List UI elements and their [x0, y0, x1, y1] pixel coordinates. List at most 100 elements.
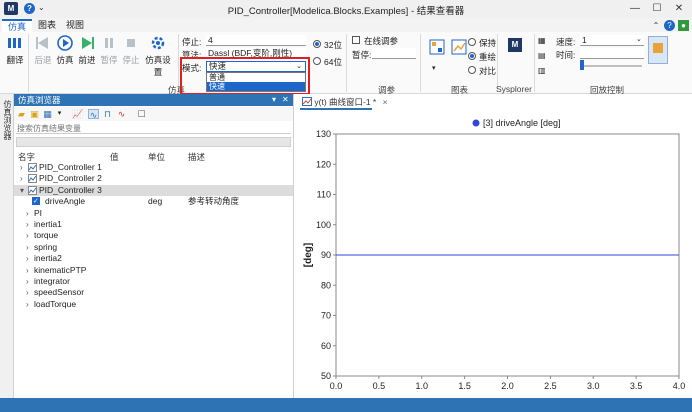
radio-64bit[interactable] — [313, 57, 321, 65]
time-field[interactable] — [580, 48, 644, 59]
radio-hold[interactable] — [468, 38, 476, 46]
panel-menu-icon[interactable]: ▾ — [272, 94, 276, 106]
sysplorer-button[interactable]: M — [502, 38, 528, 52]
stop-button[interactable]: 停止 — [118, 34, 144, 66]
chevron-right-icon[interactable]: › — [26, 230, 29, 241]
playback-grid-icon[interactable]: ▤ — [538, 51, 546, 60]
radio-hold-label: 保持 — [479, 38, 497, 48]
minimize-button[interactable]: — — [624, 2, 646, 16]
curve-icon[interactable]: ∿ — [116, 109, 127, 119]
side-panel-tab[interactable]: 仿真浏览器 — [2, 100, 13, 140]
simulation-settings-label: 仿真设置 — [145, 55, 171, 77]
variable-checkbox[interactable] — [32, 196, 40, 207]
tree-row[interactable]: › torque — [14, 230, 293, 241]
radio-overlay[interactable] — [468, 52, 476, 60]
x-tick-label: 0.0 — [330, 381, 343, 391]
chevron-right-icon[interactable]: › — [20, 173, 23, 184]
chevron-right-icon[interactable]: › — [26, 276, 29, 287]
chevron-right-icon[interactable]: › — [26, 299, 29, 310]
online-tuning-checkbox[interactable] — [352, 36, 360, 44]
playback-slider-handle[interactable] — [580, 60, 584, 70]
step-icon[interactable]: ⊓ — [102, 109, 113, 119]
ribbon: 翻译 后退 仿真 前进 暂停 停止 仿真设置 停止: 4 算法: Dassl (… — [0, 32, 692, 95]
chart-add-icon[interactable]: 📈 — [72, 109, 83, 119]
chevron-right-icon[interactable]: › — [26, 219, 29, 230]
tree-row[interactable]: driveAngle deg 参考转动角度 — [14, 196, 293, 207]
ribbon-tab-bar: 仿真 图表 视图 ⌃ ? ● — [0, 18, 692, 32]
tree-row[interactable]: › inertia2 — [14, 253, 293, 264]
line-chart: 0.0 0.5 1.0 1.5 2.0 2.5 3.0 3.5 4.0 50 60 70 80 90 100… — [303, 118, 685, 391]
update-icon[interactable]: ● — [678, 20, 689, 31]
tree-row[interactable]: › loadTorque — [14, 299, 293, 310]
chevron-right-icon[interactable]: › — [26, 242, 29, 253]
gear-icon — [151, 36, 165, 50]
horizontal-scrollbar[interactable] — [16, 137, 291, 147]
simulation-settings-button[interactable]: 仿真设置 — [142, 34, 174, 78]
x-tick-label: 0.5 — [373, 381, 386, 391]
divider — [346, 34, 347, 92]
browser-header: 仿真浏览器 ▾ ✕ — [14, 94, 293, 106]
export-icon[interactable]: ▦ — [42, 109, 53, 119]
filter-icon[interactable]: ☐ — [136, 109, 147, 119]
chevron-right-icon[interactable]: › — [26, 253, 29, 264]
forward-icon — [82, 37, 94, 49]
y-tick-label: 90 — [321, 250, 331, 260]
tree-row[interactable]: › speedSensor — [14, 287, 293, 298]
tree-row[interactable]: › spring — [14, 242, 293, 253]
help-icon[interactable]: ? — [664, 20, 675, 31]
radio-compare[interactable] — [468, 66, 476, 74]
playback-list-icon[interactable]: ▥ — [538, 66, 546, 75]
chevron-down-icon[interactable]: ▾ — [20, 185, 24, 196]
tab-view[interactable]: 视图 — [60, 19, 90, 32]
chevron-right-icon[interactable]: › — [26, 265, 29, 276]
tree-row[interactable]: › inertia1 — [14, 219, 293, 230]
playback-mode-icon — [653, 43, 663, 53]
search-input[interactable] — [16, 123, 291, 134]
export-chevron-icon[interactable]: ▾ — [54, 109, 65, 119]
tree-row[interactable]: › PI — [14, 208, 293, 219]
tab-plot-window[interactable]: y(t) 曲线窗口-1 * × — [302, 96, 388, 108]
radio-compare-label: 对比 — [479, 66, 497, 76]
speed-chevron-icon[interactable]: ⌄ — [636, 35, 642, 43]
save-icon[interactable]: ▣ — [29, 109, 40, 119]
tree-row[interactable]: › PID_Controller 2 — [14, 173, 293, 184]
wave-icon[interactable]: ∿ — [88, 109, 99, 120]
maximize-button[interactable]: ☐ — [646, 2, 668, 16]
tree-row-name: torque — [34, 230, 59, 241]
ribbon-collapse-icon[interactable]: ⌃ — [650, 20, 662, 31]
browser-toolbar: ▰ ▣ ▦ ▾ 📈 ∿ ⊓ ∿ ☐ — [14, 107, 293, 121]
browser-title: 仿真浏览器 — [18, 95, 61, 105]
tree-row[interactable]: › integrator — [14, 276, 293, 287]
pause-time-field[interactable] — [372, 48, 416, 59]
speed-select[interactable]: 1 — [580, 35, 644, 46]
translate-button[interactable]: 翻译 — [2, 34, 28, 66]
y-tick-label: 50 — [321, 371, 331, 381]
result-file-icon — [28, 174, 37, 184]
tree-row[interactable]: › kinematicPTP — [14, 265, 293, 276]
playback-table-icon[interactable]: ▦ — [538, 36, 546, 45]
y-tick-label: 60 — [321, 341, 331, 351]
x-tick-label: 1.0 — [415, 381, 428, 391]
plot-window-icon — [302, 97, 312, 106]
radio-32bit[interactable] — [313, 40, 321, 48]
panel-close-icon[interactable]: ✕ — [282, 94, 289, 106]
tree-row[interactable]: ▾ PID_Controller 3 — [14, 184, 293, 196]
speed-label: 速度: — [556, 37, 576, 47]
chevron-right-icon[interactable]: › — [26, 208, 29, 219]
tab-chart[interactable]: 图表 — [32, 19, 62, 32]
chevron-right-icon[interactable]: › — [20, 162, 23, 173]
x-tick-label: 2.5 — [544, 381, 557, 391]
translate-icon — [8, 38, 21, 48]
legend-label: [3] driveAngle [deg] — [483, 118, 561, 128]
close-button[interactable]: ✕ — [668, 2, 690, 16]
tree-row[interactable]: › PID_Controller 1 — [14, 162, 293, 173]
chevron-right-icon[interactable]: › — [26, 287, 29, 298]
side-panel-strip: 仿真浏览器 — [0, 94, 14, 398]
tab-close-icon[interactable]: × — [383, 97, 388, 107]
stop-time-field[interactable]: 4 — [206, 35, 306, 46]
playback-mode-button[interactable] — [648, 36, 668, 64]
folder-open-icon[interactable]: ▰ — [16, 109, 27, 119]
highlight-box — [180, 57, 310, 95]
tab-simulate[interactable]: 仿真 — [2, 19, 33, 32]
chart-layout-chevron-icon[interactable]: ▾ — [432, 64, 436, 72]
